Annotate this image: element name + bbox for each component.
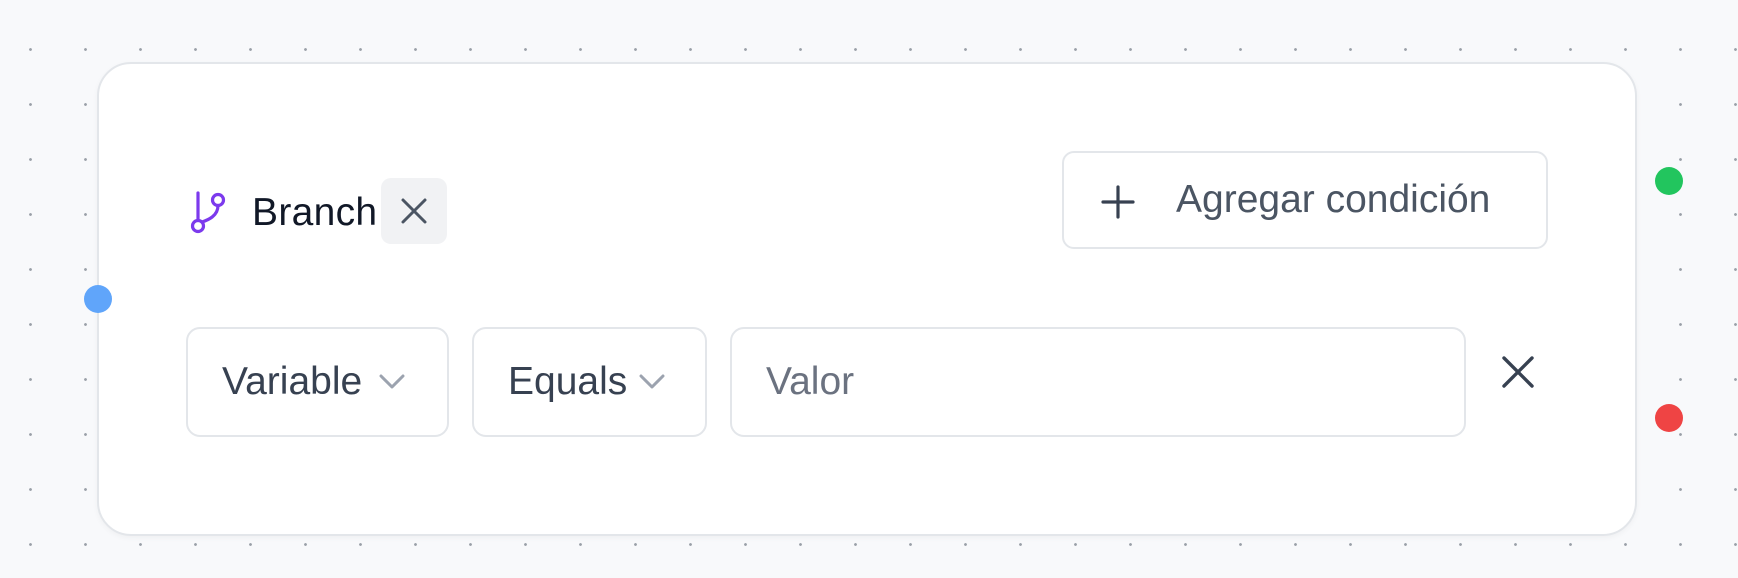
delete-node-button[interactable]	[381, 178, 447, 244]
chevron-down-icon	[379, 374, 405, 389]
remove-condition-button[interactable]	[1500, 354, 1536, 390]
input-handle[interactable]	[84, 285, 112, 313]
false-output-handle[interactable]	[1655, 404, 1683, 432]
add-condition-button[interactable]: Agregar condición	[1062, 151, 1548, 249]
plus-icon	[1101, 185, 1135, 219]
close-icon	[401, 198, 427, 224]
chevron-down-icon	[639, 374, 665, 389]
node-title: Branch	[252, 191, 378, 234]
variable-select-value: Variable	[222, 360, 363, 403]
close-icon	[1502, 356, 1534, 388]
add-condition-label: Agregar condición	[1176, 178, 1491, 221]
operator-select-value: Equals	[508, 360, 628, 403]
operator-select[interactable]: Equals	[472, 327, 707, 437]
git-branch-icon	[186, 190, 230, 234]
branch-node[interactable]	[97, 62, 1637, 536]
variable-select[interactable]: Variable	[186, 327, 449, 437]
true-output-handle[interactable]	[1655, 167, 1683, 195]
value-input[interactable]	[730, 327, 1466, 437]
